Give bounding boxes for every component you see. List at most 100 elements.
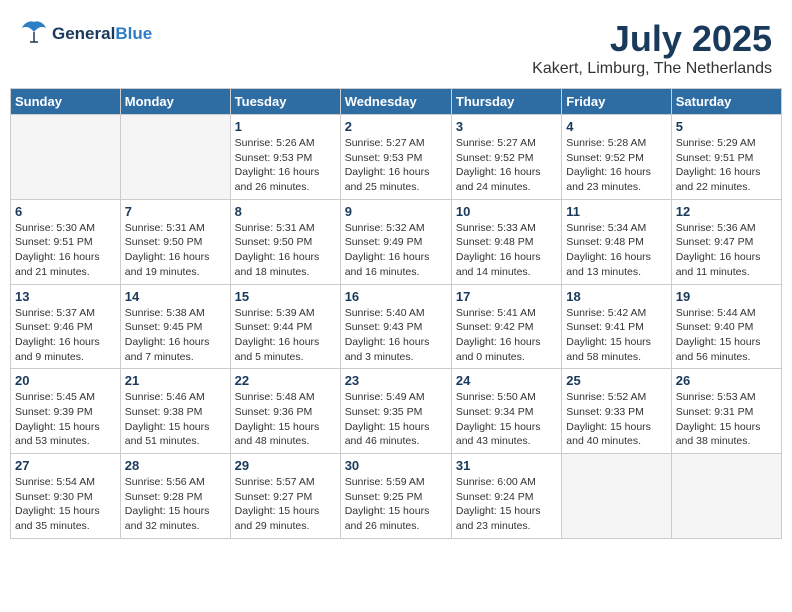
day-number: 13 <box>15 289 116 304</box>
day-info: Sunrise: 5:27 AM Sunset: 9:53 PM Dayligh… <box>345 136 447 195</box>
week-row-4: 20 Sunrise: 5:45 AM Sunset: 9:39 PM Dayli… <box>11 369 782 454</box>
calendar-cell: 23 Sunrise: 5:49 AM Sunset: 9:35 PM Dayli… <box>340 369 451 454</box>
calendar-cell: 16 Sunrise: 5:40 AM Sunset: 9:43 PM Dayli… <box>340 284 451 369</box>
day-number: 12 <box>676 204 777 219</box>
weekday-header-thursday: Thursday <box>451 89 561 115</box>
day-number: 19 <box>676 289 777 304</box>
day-info: Sunrise: 5:29 AM Sunset: 9:51 PM Dayligh… <box>676 136 777 195</box>
day-number: 18 <box>566 289 666 304</box>
calendar-cell: 29 Sunrise: 5:57 AM Sunset: 9:27 PM Dayli… <box>230 454 340 539</box>
day-info: Sunrise: 5:34 AM Sunset: 9:48 PM Dayligh… <box>566 221 666 280</box>
day-number: 30 <box>345 458 447 473</box>
weekday-header-monday: Monday <box>120 89 230 115</box>
day-info: Sunrise: 5:46 AM Sunset: 9:38 PM Dayligh… <box>125 390 226 449</box>
calendar-cell: 6 Sunrise: 5:30 AM Sunset: 9:51 PM Daylig… <box>11 199 121 284</box>
day-number: 1 <box>235 119 336 134</box>
logo-bird-icon <box>20 18 48 51</box>
day-info: Sunrise: 5:40 AM Sunset: 9:43 PM Dayligh… <box>345 306 447 365</box>
day-info: Sunrise: 5:39 AM Sunset: 9:44 PM Dayligh… <box>235 306 336 365</box>
day-number: 20 <box>15 373 116 388</box>
calendar-cell: 30 Sunrise: 5:59 AM Sunset: 9:25 PM Dayli… <box>340 454 451 539</box>
day-number: 23 <box>345 373 447 388</box>
day-info: Sunrise: 5:45 AM Sunset: 9:39 PM Dayligh… <box>15 390 116 449</box>
calendar-cell: 2 Sunrise: 5:27 AM Sunset: 9:53 PM Daylig… <box>340 115 451 200</box>
calendar-cell: 18Sunrise: 5:42 AM Sunset: 9:41 PM Dayli… <box>562 284 671 369</box>
day-info: Sunrise: 5:28 AM Sunset: 9:52 PM Dayligh… <box>566 136 666 195</box>
logo-blue: Blue <box>115 24 152 43</box>
week-row-1: 1 Sunrise: 5:26 AM Sunset: 9:53 PM Daylig… <box>11 115 782 200</box>
day-number: 11 <box>566 204 666 219</box>
day-number: 14 <box>125 289 226 304</box>
calendar-cell: 14 Sunrise: 5:38 AM Sunset: 9:45 PM Dayli… <box>120 284 230 369</box>
day-number: 28 <box>125 458 226 473</box>
day-number: 4 <box>566 119 666 134</box>
calendar-body: 1 Sunrise: 5:26 AM Sunset: 9:53 PM Daylig… <box>11 115 782 539</box>
day-info: Sunrise: 5:53 AM Sunset: 9:31 PM Dayligh… <box>676 390 777 449</box>
calendar-cell <box>11 115 121 200</box>
day-info: Sunrise: 5:26 AM Sunset: 9:53 PM Dayligh… <box>235 136 336 195</box>
month-title: July 2025 <box>532 18 772 60</box>
day-number: 26 <box>676 373 777 388</box>
day-number: 29 <box>235 458 336 473</box>
logo-text: GeneralBlue <box>52 25 152 44</box>
calendar-cell: 9Sunrise: 5:32 AM Sunset: 9:49 PM Daylig… <box>340 199 451 284</box>
calendar-cell: 11 Sunrise: 5:34 AM Sunset: 9:48 PM Dayli… <box>562 199 671 284</box>
day-info: Sunrise: 5:36 AM Sunset: 9:47 PM Dayligh… <box>676 221 777 280</box>
day-info: Sunrise: 5:31 AM Sunset: 9:50 PM Dayligh… <box>235 221 336 280</box>
calendar-cell: 1 Sunrise: 5:26 AM Sunset: 9:53 PM Daylig… <box>230 115 340 200</box>
day-number: 5 <box>676 119 777 134</box>
week-row-5: 27Sunrise: 5:54 AM Sunset: 9:30 PM Dayli… <box>11 454 782 539</box>
calendar-cell: 21Sunrise: 5:46 AM Sunset: 9:38 PM Dayli… <box>120 369 230 454</box>
day-number: 2 <box>345 119 447 134</box>
day-info: Sunrise: 5:49 AM Sunset: 9:35 PM Dayligh… <box>345 390 447 449</box>
calendar-cell: 31Sunrise: 6:00 AM Sunset: 9:24 PM Dayli… <box>451 454 561 539</box>
day-info: Sunrise: 5:59 AM Sunset: 9:25 PM Dayligh… <box>345 475 447 534</box>
day-number: 15 <box>235 289 336 304</box>
day-number: 6 <box>15 204 116 219</box>
calendar-cell: 3Sunrise: 5:27 AM Sunset: 9:52 PM Daylig… <box>451 115 561 200</box>
day-info: Sunrise: 5:41 AM Sunset: 9:42 PM Dayligh… <box>456 306 557 365</box>
calendar-cell: 15 Sunrise: 5:39 AM Sunset: 9:44 PM Dayli… <box>230 284 340 369</box>
day-number: 3 <box>456 119 557 134</box>
calendar-cell: 13Sunrise: 5:37 AM Sunset: 9:46 PM Dayli… <box>11 284 121 369</box>
calendar-cell: 28 Sunrise: 5:56 AM Sunset: 9:28 PM Dayli… <box>120 454 230 539</box>
calendar-cell: 5 Sunrise: 5:29 AM Sunset: 9:51 PM Daylig… <box>671 115 781 200</box>
day-number: 8 <box>235 204 336 219</box>
weekday-header-row: SundayMondayTuesdayWednesdayThursdayFrid… <box>11 89 782 115</box>
calendar-cell: 12 Sunrise: 5:36 AM Sunset: 9:47 PM Dayli… <box>671 199 781 284</box>
calendar-cell: 27Sunrise: 5:54 AM Sunset: 9:30 PM Dayli… <box>11 454 121 539</box>
logo-general: General <box>52 24 115 43</box>
day-number: 22 <box>235 373 336 388</box>
day-info: Sunrise: 5:33 AM Sunset: 9:48 PM Dayligh… <box>456 221 557 280</box>
day-number: 24 <box>456 373 557 388</box>
title-block: July 2025 Kakert, Limburg, The Netherlan… <box>532 18 772 78</box>
day-number: 7 <box>125 204 226 219</box>
day-number: 16 <box>345 289 447 304</box>
calendar-cell: 17Sunrise: 5:41 AM Sunset: 9:42 PM Dayli… <box>451 284 561 369</box>
calendar-table: SundayMondayTuesdayWednesdayThursdayFrid… <box>10 88 782 539</box>
logo: GeneralBlue <box>20 18 152 51</box>
day-info: Sunrise: 5:32 AM Sunset: 9:49 PM Dayligh… <box>345 221 447 280</box>
day-info: Sunrise: 5:50 AM Sunset: 9:34 PM Dayligh… <box>456 390 557 449</box>
day-info: Sunrise: 5:56 AM Sunset: 9:28 PM Dayligh… <box>125 475 226 534</box>
day-number: 10 <box>456 204 557 219</box>
calendar-cell: 8 Sunrise: 5:31 AM Sunset: 9:50 PM Daylig… <box>230 199 340 284</box>
calendar-cell: 10 Sunrise: 5:33 AM Sunset: 9:48 PM Dayli… <box>451 199 561 284</box>
day-info: Sunrise: 5:30 AM Sunset: 9:51 PM Dayligh… <box>15 221 116 280</box>
calendar-cell: 19Sunrise: 5:44 AM Sunset: 9:40 PM Dayli… <box>671 284 781 369</box>
weekday-header-sunday: Sunday <box>11 89 121 115</box>
calendar-cell <box>562 454 671 539</box>
calendar-cell: 26 Sunrise: 5:53 AM Sunset: 9:31 PM Dayli… <box>671 369 781 454</box>
week-row-2: 6 Sunrise: 5:30 AM Sunset: 9:51 PM Daylig… <box>11 199 782 284</box>
week-row-3: 13Sunrise: 5:37 AM Sunset: 9:46 PM Dayli… <box>11 284 782 369</box>
calendar-cell: 25Sunrise: 5:52 AM Sunset: 9:33 PM Dayli… <box>562 369 671 454</box>
calendar-cell: 4 Sunrise: 5:28 AM Sunset: 9:52 PM Daylig… <box>562 115 671 200</box>
calendar-cell <box>120 115 230 200</box>
weekday-header-tuesday: Tuesday <box>230 89 340 115</box>
day-number: 31 <box>456 458 557 473</box>
day-info: Sunrise: 5:57 AM Sunset: 9:27 PM Dayligh… <box>235 475 336 534</box>
day-info: Sunrise: 5:38 AM Sunset: 9:45 PM Dayligh… <box>125 306 226 365</box>
page-header: GeneralBlue July 2025 Kakert, Limburg, T… <box>10 10 782 82</box>
calendar-cell: 24 Sunrise: 5:50 AM Sunset: 9:34 PM Dayli… <box>451 369 561 454</box>
location: Kakert, Limburg, The Netherlands <box>532 60 772 78</box>
